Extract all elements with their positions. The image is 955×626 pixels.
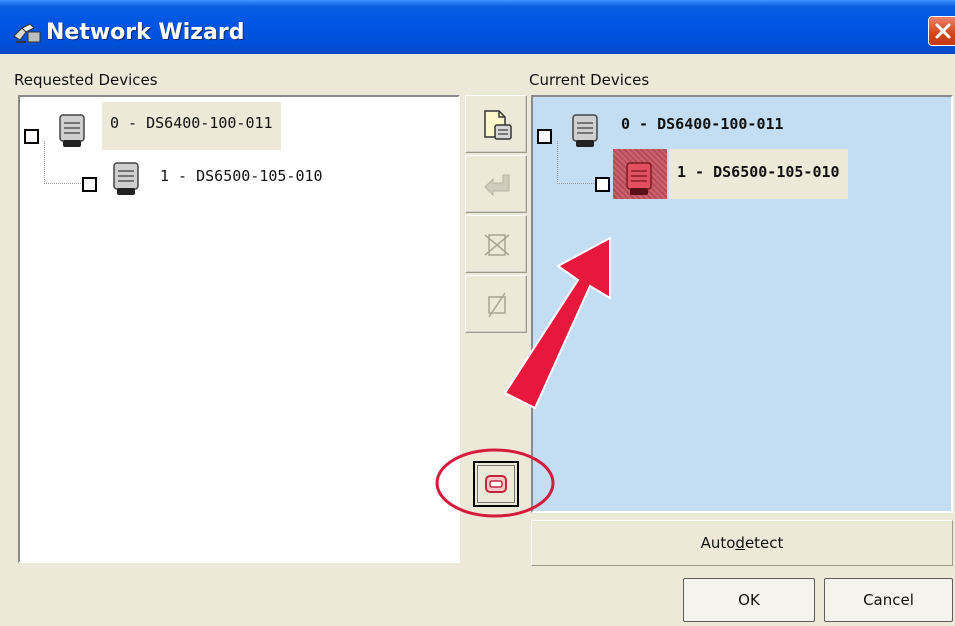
device-icon xyxy=(572,114,598,147)
device-label[interactable]: 1 - DS6500-105-010 xyxy=(669,149,848,199)
autodetect-button[interactable]: Autodetect xyxy=(531,520,953,566)
ok-button[interactable]: OK xyxy=(683,578,815,622)
device-icon xyxy=(59,114,85,147)
device-checkbox[interactable] xyxy=(595,177,610,192)
requested-devices-tree[interactable]: 0 - DS6400-100-011 1 - DS6500-105-010 xyxy=(18,95,460,563)
add-device-icon xyxy=(484,110,512,140)
current-devices-tree[interactable]: 0 - DS6400-100-011 1 - DS6500-105-010 xyxy=(531,95,953,513)
scan-device-button[interactable] xyxy=(473,461,519,507)
device-label[interactable]: 1 - DS6500-105-010 xyxy=(160,167,323,185)
close-icon xyxy=(935,23,951,39)
title-bar[interactable]: Network Wizard xyxy=(0,0,955,54)
device-label[interactable]: 0 - DS6400-100-011 xyxy=(621,115,784,133)
clear-icon xyxy=(488,292,506,318)
delete-device-button[interactable] xyxy=(465,215,527,273)
device-checkbox[interactable] xyxy=(82,177,97,192)
close-button[interactable] xyxy=(928,16,955,46)
device-icon xyxy=(113,162,139,195)
network-wizard-window: Network Wizard Requested Devices Current… xyxy=(0,0,955,626)
move-back-button[interactable] xyxy=(465,155,527,213)
autodetect-label: Autodetect xyxy=(700,534,784,552)
device-checkbox[interactable] xyxy=(24,129,39,144)
add-device-button[interactable] xyxy=(465,95,527,153)
delete-device-icon xyxy=(484,234,510,256)
device-checkbox[interactable] xyxy=(537,129,552,144)
device-label[interactable]: 0 - DS6400-100-011 xyxy=(102,102,281,150)
device-icon xyxy=(626,162,652,195)
network-wizard-icon xyxy=(13,23,41,43)
current-devices-label: Current Devices xyxy=(529,71,650,89)
requested-devices-label: Requested Devices xyxy=(14,71,158,89)
scan-device-icon xyxy=(485,475,507,493)
window-title: Network Wizard xyxy=(46,20,245,45)
clear-button[interactable] xyxy=(465,275,527,333)
move-back-icon xyxy=(484,174,510,197)
cancel-button[interactable]: Cancel xyxy=(824,578,953,622)
